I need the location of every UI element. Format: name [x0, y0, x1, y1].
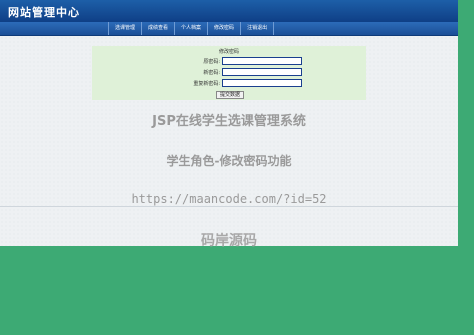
repeat-password-label: 重复新密码:: [193, 81, 220, 87]
watermark-brand: 码岸源码: [201, 233, 257, 249]
header-bar: 网站管理中心: [0, 0, 458, 22]
divider-line: [0, 206, 458, 207]
watermark-url: https://maancode.com/?id=52: [131, 192, 327, 206]
nav-bar: 选课管理 成绩查看 个人档案 修改密码 注销退出: [0, 22, 458, 36]
repeat-password-field[interactable]: [222, 79, 302, 87]
new-password-label: 新密码:: [203, 70, 220, 76]
form-row-repeat-password: 重复新密码:: [92, 79, 366, 88]
nav-item-logout[interactable]: 注销退出: [240, 22, 275, 35]
watermark-subtitle: 学生角色-修改密码功能: [166, 154, 292, 168]
nav-menu: 选课管理 成绩查看 个人档案 修改密码 注销退出: [108, 22, 275, 35]
background-strip: [458, 0, 474, 246]
form-row-new-password: 新密码:: [92, 68, 366, 77]
old-password-label: 原密码:: [203, 59, 220, 65]
change-password-form: 修改密码 原密码: 新密码: 重复新密码: 提交数据: [92, 46, 366, 100]
site-title: 网站管理中心: [8, 6, 80, 19]
form-row-old-password: 原密码:: [92, 57, 366, 66]
watermark-title: JSP在线学生选课管理系统: [152, 114, 306, 129]
new-password-field[interactable]: [222, 68, 302, 76]
nav-item-course-selection[interactable]: 选课管理: [108, 22, 141, 35]
form-title: 修改密码: [218, 49, 239, 55]
old-password-field[interactable]: [222, 57, 302, 65]
submit-button[interactable]: 提交数据: [216, 91, 244, 99]
nav-item-change-password[interactable]: 修改密码: [207, 22, 240, 35]
nav-item-profile[interactable]: 个人档案: [174, 22, 207, 35]
nav-item-grades[interactable]: 成绩查看: [141, 22, 174, 35]
